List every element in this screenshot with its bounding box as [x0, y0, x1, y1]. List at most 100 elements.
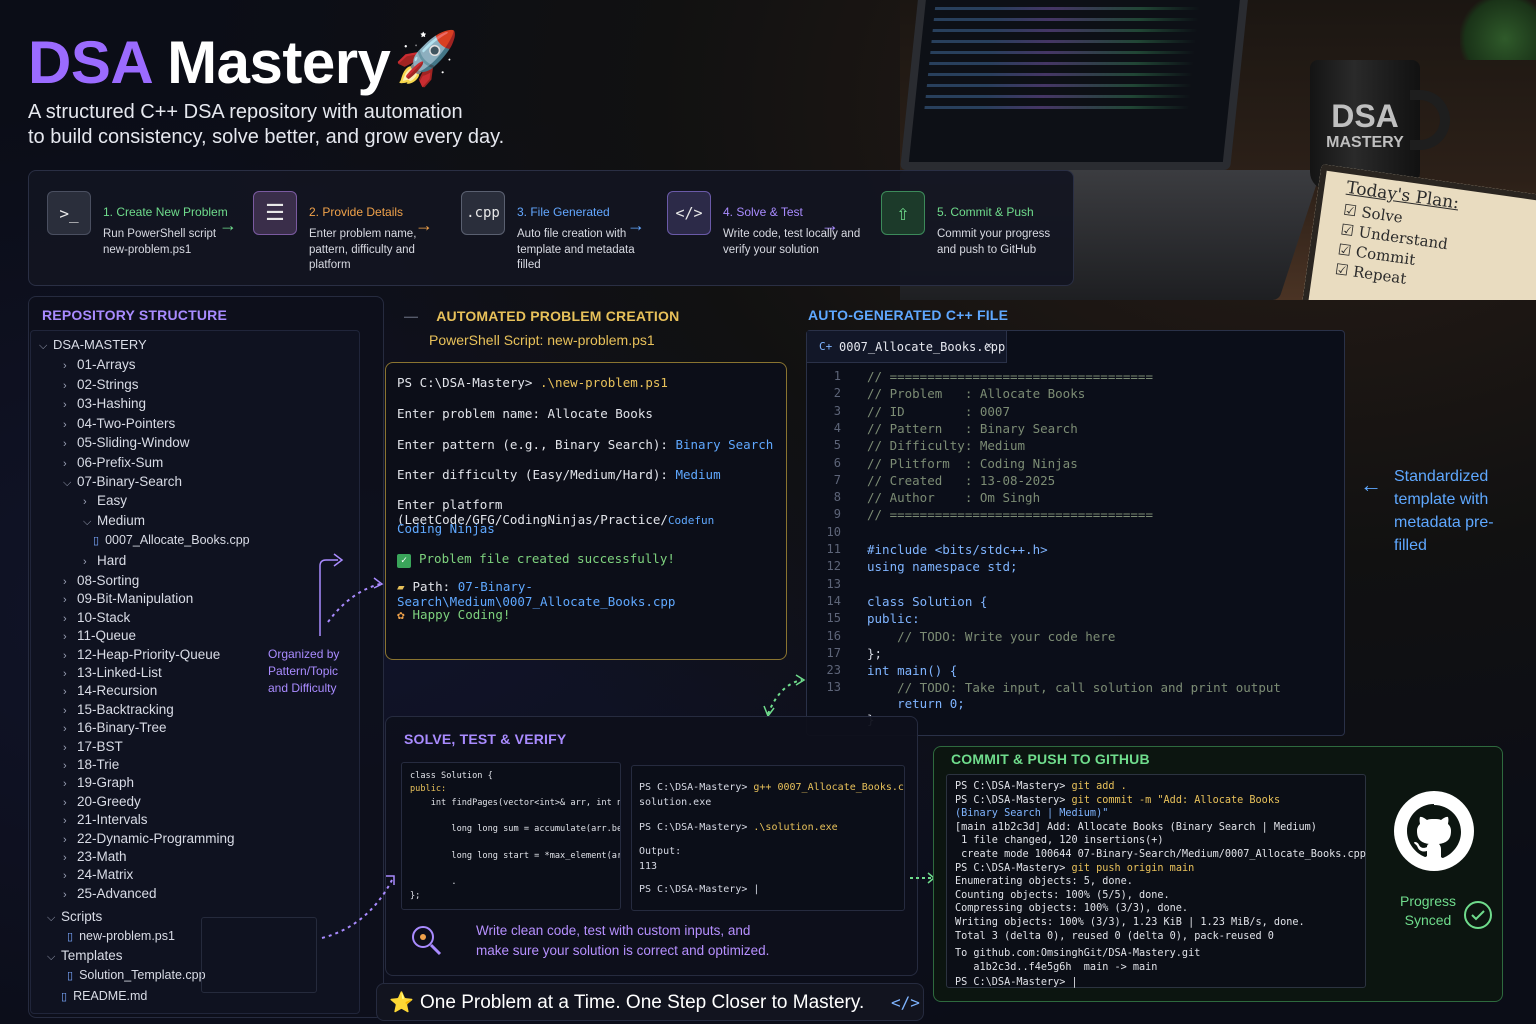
- tree-label: Templates: [61, 948, 123, 963]
- tree-folder-templates[interactable]: ⌵ Templates: [47, 948, 123, 964]
- tree-folder[interactable]: › 25-Advanced: [63, 886, 157, 901]
- chevron-right-icon: ›: [83, 556, 87, 568]
- tree-folder[interactable]: › 03-Hashing: [63, 396, 146, 411]
- terminal-line: Coding Ninjas: [397, 521, 495, 536]
- terminal-line: (Binary Search | Medium)": [955, 808, 1109, 820]
- tree-folder[interactable]: ⌵ 07-Binary-Search: [63, 474, 182, 490]
- tree-label: 07-Binary-Search: [77, 474, 183, 489]
- terminal-line: Enter pattern (e.g., Binary Search): Bin…: [397, 437, 774, 452]
- tree-folder[interactable]: › 16-Binary-Tree: [63, 720, 167, 735]
- tree-folder[interactable]: › 15-Backtracking: [63, 702, 174, 717]
- code-line: // TODO: Write your code here: [867, 628, 1116, 644]
- editor-tab[interactable]: C+ 0007_Allocate_Books.cpp ×: [807, 331, 1007, 363]
- chevron-right-icon: ›: [63, 741, 67, 754]
- tree-folder[interactable]: › 06-Prefix-Sum: [63, 455, 163, 470]
- step-title: 2. Provide Details: [309, 205, 404, 219]
- tree-file-script[interactable]: ▯ new-problem.ps1: [67, 929, 175, 943]
- tree-folder[interactable]: › 23-Math: [63, 849, 127, 864]
- tree-folder[interactable]: › 05-Sliding-Window: [63, 435, 190, 450]
- cpp-file-icon: .cpp: [461, 191, 505, 235]
- terminal-line: Compressing objects: 100% (3/3), done.: [955, 903, 1189, 915]
- chevron-right-icon: ›: [63, 649, 67, 662]
- terminal-line: PS C:\DSA-Mastery> .\solution.exe: [639, 822, 838, 833]
- step-desc: Write code, test locally and verify your…: [723, 228, 861, 256]
- code-line: class Solution {: [410, 771, 493, 781]
- chevron-right-icon: ›: [63, 360, 67, 372]
- chevron-right-icon: ›: [63, 668, 67, 680]
- terminal-line: [main a1b2c3d] Add: Allocate Books (Bina…: [955, 821, 1317, 833]
- tree-folder[interactable]: › 09-Bit-Manipulation: [63, 591, 193, 606]
- output-label: Output:: [639, 846, 682, 857]
- tree-folder[interactable]: › 08-Sorting: [63, 573, 139, 588]
- line-number: 4: [833, 420, 841, 435]
- tree-label: 09-Bit-Manipulation: [77, 591, 194, 607]
- check-circle-icon: [1464, 901, 1492, 929]
- solve-heading: SOLVE, TEST & VERIFY: [404, 731, 567, 747]
- tree-folder[interactable]: › 04-Two-Pointers: [63, 416, 175, 431]
- tree-folder[interactable]: › 14-Recursion: [63, 683, 157, 698]
- tree-folder-medium[interactable]: ⌵ Medium: [83, 513, 145, 529]
- connector-arrow: [763, 674, 806, 718]
- terminal-line: PS C:\DSA-Mastery> git commit -m "Add: A…: [955, 794, 1281, 806]
- chevron-right-icon: ›: [63, 704, 67, 717]
- code-icon: </>: [891, 993, 920, 1012]
- chevron-down-icon: ⌵: [63, 477, 72, 489]
- terminal-line: PS C:\DSA-Mastery> |: [639, 884, 760, 895]
- code-line: // TODO: Take input, call solution and p…: [867, 679, 1281, 695]
- chevron-right-icon: ›: [63, 815, 67, 828]
- code-line: // Created : 13-08-2025: [867, 472, 1056, 488]
- line-number: 3: [833, 403, 841, 418]
- tree-folder-easy[interactable]: › Easy: [83, 493, 127, 508]
- tree-label: 22-Dynamic-Programming: [77, 830, 235, 846]
- tree-folder[interactable]: › 11-Queue: [63, 628, 136, 643]
- tree-folder[interactable]: › 19-Graph: [63, 775, 134, 790]
- repo-heading: REPOSITORY STRUCTURE: [42, 307, 227, 323]
- tree-folder[interactable]: › 22-Dynamic-Programming: [63, 831, 235, 846]
- tree-folder[interactable]: › 24-Matrix: [63, 867, 133, 882]
- tree-folder[interactable]: › 10-Stack: [63, 610, 130, 625]
- tree-file-allocate-books[interactable]: ▯ 0007_Allocate_Books.cpp: [93, 533, 250, 547]
- close-icon[interactable]: ×: [985, 338, 993, 353]
- automation-heading: — AUTOMATED PROBLEM CREATION: [404, 308, 680, 324]
- terminal-line: PS C:\DSA-Mastery> .\new-problem.ps1: [397, 375, 668, 390]
- github-icon: [1394, 791, 1474, 871]
- tree-folder[interactable]: › 12-Heap-Priority-Queue: [63, 647, 220, 662]
- rocket-icon: 🚀: [394, 30, 459, 88]
- cpp-file-icon: C+: [819, 340, 833, 353]
- tree-folder[interactable]: › 13-Linked-List: [63, 665, 162, 680]
- tree-file-readme[interactable]: ▯ README.md: [61, 989, 147, 1003]
- chevron-right-icon: ›: [63, 418, 67, 431]
- motto-text: One Problem at a Time. One Step Closer t…: [420, 992, 865, 1013]
- tree-folder[interactable]: › 21-Intervals: [63, 812, 148, 827]
- step-title: 4. Solve & Test: [723, 205, 803, 219]
- arrow-right-icon: →: [627, 215, 645, 235]
- chevron-right-icon: ›: [63, 631, 67, 644]
- chevron-right-icon: ›: [63, 778, 67, 791]
- tree-label: 05-Sliding-Window: [77, 435, 190, 450]
- tree-folder[interactable]: › 17-BST: [63, 739, 123, 754]
- tree-folder[interactable]: › 20-Greedy: [63, 794, 141, 809]
- code-line: public:: [867, 611, 920, 627]
- code-line: // Problem : Allocate Books: [867, 386, 1086, 402]
- powershell-terminal: PS C:\DSA-Mastery> .\new-problem.ps1 Ent…: [385, 362, 787, 660]
- cppfile-heading: AUTO-GENERATED C++ FILE: [808, 307, 1009, 323]
- tree-folder[interactable]: › 02-Strings: [63, 377, 139, 392]
- line-number: 16: [826, 628, 841, 643]
- tree-root[interactable]: ⌵ DSA-MASTERY: [39, 337, 147, 353]
- tree-file-template[interactable]: ▯ Solution_Template.cpp: [67, 968, 206, 982]
- terminal-line: Enumerating objects: 5, done.: [955, 876, 1133, 888]
- tree-folder[interactable]: › 18-Trie: [63, 757, 119, 772]
- terminal-line: Counting objects: 100% (5/5), done.: [955, 889, 1170, 901]
- code-editor: C+ 0007_Allocate_Books.cpp × 1 2 3 4 5 6 7 8 9 10…: [806, 330, 1345, 736]
- line-number: 11: [826, 542, 841, 556]
- subtitle-line: A structured C++ DSA repository with aut…: [28, 101, 463, 123]
- tree-folder-hard[interactable]: › Hard: [83, 553, 126, 568]
- title-dsa: DSA: [28, 29, 151, 96]
- output-value: 113: [639, 861, 658, 872]
- line-number: 10: [826, 524, 841, 539]
- tree-folder[interactable]: › 01-Arrays: [63, 357, 136, 372]
- line-number: 1: [833, 369, 841, 383]
- tree-folder-scripts[interactable]: ⌵ Scripts: [47, 909, 102, 925]
- tree-label: Hard: [97, 553, 127, 568]
- tree-label: 08-Sorting: [77, 573, 140, 588]
